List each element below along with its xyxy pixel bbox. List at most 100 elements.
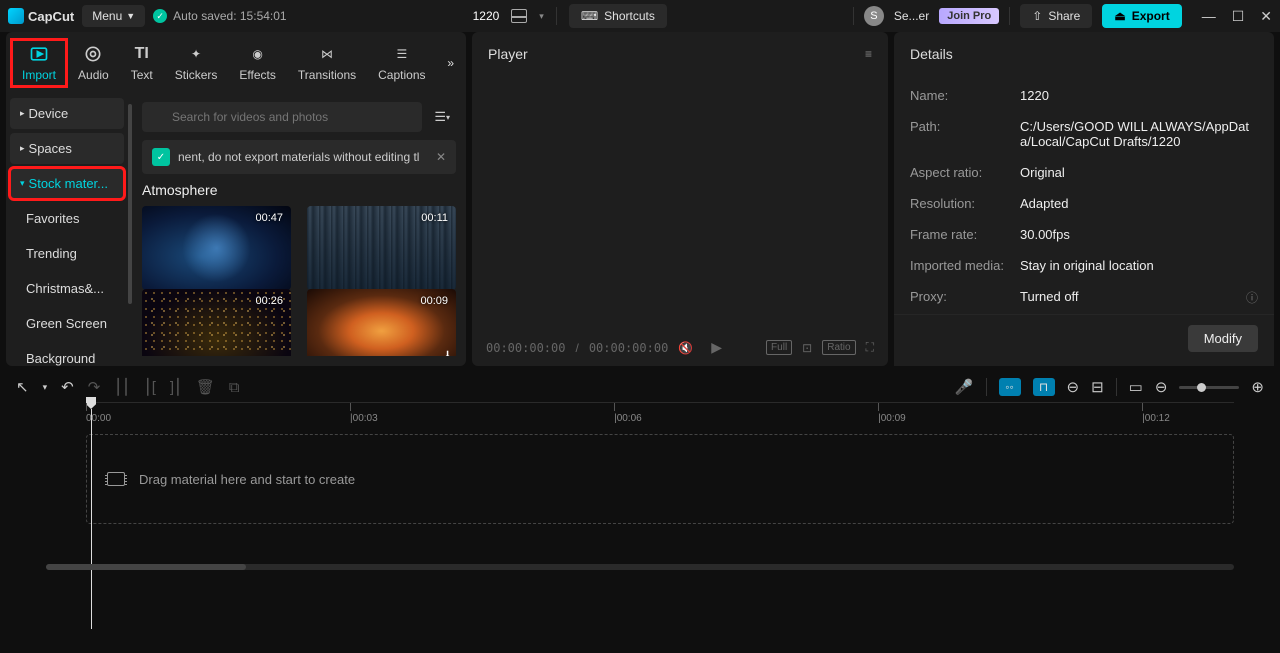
- playhead[interactable]: [86, 397, 96, 629]
- volume-icon[interactable]: 🔇: [678, 341, 693, 355]
- search-input[interactable]: [142, 102, 422, 132]
- detail-imported: Stay in original location: [1020, 258, 1258, 273]
- redo-button[interactable]: ↷: [88, 378, 101, 396]
- timeline-scrollbar[interactable]: [46, 564, 1234, 570]
- tab-transitions[interactable]: ⋈ Transitions: [288, 40, 366, 86]
- chevron-down-icon: ▼: [126, 11, 135, 21]
- capcut-logo-icon: [8, 8, 24, 24]
- details-title: Details: [910, 46, 953, 62]
- magnet-track-button[interactable]: ⊓: [1033, 378, 1055, 396]
- player-controls: 00:00:00:00 / 00:00:00:00 🔇 ▶ Full ⊡ Rat…: [472, 329, 888, 366]
- sidebar-item-background[interactable]: Background: [10, 343, 124, 374]
- share-button[interactable]: ⇧ Share: [1020, 4, 1092, 28]
- sidebar-item-spaces[interactable]: ▸Spaces: [10, 133, 124, 164]
- join-pro-badge[interactable]: Join Pro: [939, 8, 999, 24]
- keyboard-icon: ⌨: [581, 9, 598, 23]
- tab-audio[interactable]: Audio: [68, 40, 119, 86]
- link-icon[interactable]: ⊖: [1067, 378, 1080, 396]
- sidebar-item-trending[interactable]: Trending: [10, 238, 124, 269]
- timeline: ↖ ▾ ↶ ↷ ⎮⎮ ⎮[ ]⎮ 🗑 ⧉ 🎤 ◦◦ ⊓ ⊖ ⊟ ▭ ⊖ ⊕ 00…: [6, 372, 1274, 570]
- titlebar: CapCut Menu ▼ ✓ Auto saved: 15:54:01 122…: [0, 0, 1280, 32]
- close-button[interactable]: ✕: [1260, 8, 1272, 25]
- filter-button[interactable]: ☰▾: [428, 103, 456, 131]
- zoom-slider[interactable]: [1179, 386, 1239, 389]
- chevron-down-icon[interactable]: ▾: [539, 11, 544, 22]
- minimize-button[interactable]: —: [1202, 8, 1216, 25]
- import-tabs: Import Audio TI Text ✦ Stickers ◉ Effect…: [6, 32, 466, 92]
- tab-stickers[interactable]: ✦ Stickers: [165, 40, 228, 86]
- check-icon: ✓: [153, 9, 167, 23]
- sidebar-item-stock-materials[interactable]: ▾Stock mater...: [10, 168, 124, 199]
- sidebar-item-christmas[interactable]: Christmas&...: [10, 273, 124, 304]
- split-right-tool[interactable]: ]⎮: [170, 378, 182, 396]
- stock-thumb[interactable]: 00:09⭳: [307, 289, 456, 356]
- details-panel: Details Name:1220 Path:C:/Users/GOOD WIL…: [894, 32, 1274, 366]
- overflow-tabs[interactable]: »: [441, 50, 460, 76]
- split-left-tool[interactable]: ⎮[: [144, 378, 156, 396]
- user-name: Se...er: [894, 9, 929, 23]
- filmstrip-icon: [107, 472, 125, 486]
- modify-button[interactable]: Modify: [1188, 325, 1258, 352]
- align-icon[interactable]: ⊟: [1091, 378, 1104, 396]
- full-button[interactable]: Full: [766, 340, 792, 355]
- stock-thumb[interactable]: 00:11: [307, 206, 456, 290]
- preview-icon[interactable]: ▭: [1129, 378, 1143, 396]
- timeline-drop-zone[interactable]: Drag material here and start to create: [86, 434, 1234, 524]
- split-tool[interactable]: ⎮⎮: [114, 378, 130, 396]
- download-icon[interactable]: ⭳: [445, 345, 450, 356]
- undo-button[interactable]: ↶: [61, 378, 74, 396]
- tab-captions[interactable]: ☰ Captions: [368, 40, 435, 86]
- stock-thumb[interactable]: 00:26: [142, 289, 291, 356]
- pointer-tool[interactable]: ↖: [16, 378, 29, 396]
- project-name: 1220: [473, 9, 500, 23]
- media-sidebar: ▸Device ▸Spaces ▾Stock mater... Favorite…: [6, 92, 128, 366]
- import-icon: [28, 44, 50, 64]
- timeline-toolbar: ↖ ▾ ↶ ↷ ⎮⎮ ⎮[ ]⎮ 🗑 ⧉ 🎤 ◦◦ ⊓ ⊖ ⊟ ▭ ⊖ ⊕: [6, 372, 1274, 402]
- sidebar-item-green-screen[interactable]: Green Screen: [10, 308, 124, 339]
- mic-icon[interactable]: 🎤: [955, 378, 974, 396]
- play-button[interactable]: ▶: [711, 339, 722, 356]
- media-panel: Import Audio TI Text ✦ Stickers ◉ Effect…: [6, 32, 466, 366]
- ratio-button[interactable]: Ratio: [822, 340, 855, 355]
- detail-proxy: Turned off: [1020, 289, 1258, 304]
- sidebar-item-favorites[interactable]: Favorites: [10, 203, 124, 234]
- notice-banner: ✓ nent, do not export materials without …: [142, 140, 456, 174]
- fullscreen-icon[interactable]: ⛶: [866, 340, 874, 355]
- tab-text[interactable]: TI Text: [121, 40, 163, 86]
- maximize-button[interactable]: ☐: [1232, 8, 1245, 25]
- magnet-main-button[interactable]: ◦◦: [999, 378, 1021, 396]
- stock-thumb[interactable]: 00:47: [142, 206, 291, 290]
- crop-icon[interactable]: ⊡: [802, 341, 812, 355]
- player-title: Player: [488, 46, 528, 62]
- tab-effects[interactable]: ◉ Effects: [229, 40, 285, 86]
- user-avatar[interactable]: S: [864, 6, 884, 26]
- player-menu-icon[interactable]: ≡: [865, 47, 872, 61]
- close-icon[interactable]: ✕: [436, 150, 446, 164]
- crop-tool[interactable]: ⧉: [229, 379, 240, 396]
- zoom-in-button[interactable]: ⊕: [1251, 378, 1264, 396]
- player-viewport[interactable]: [472, 76, 888, 329]
- export-button[interactable]: ⏏ Export: [1102, 4, 1181, 28]
- captions-icon: ☰: [391, 44, 413, 64]
- sidebar-scrollbar[interactable]: [128, 104, 132, 304]
- audio-icon: [82, 44, 104, 64]
- detail-aspect: Original: [1020, 165, 1258, 180]
- menu-button[interactable]: Menu ▼: [82, 5, 145, 27]
- zoom-out-button[interactable]: ⊖: [1155, 378, 1168, 396]
- timeline-ruler[interactable]: 00:00 |00:03 |00:06 |00:09 |00:12: [86, 402, 1234, 426]
- detail-name: 1220: [1020, 88, 1258, 103]
- stickers-icon: ✦: [185, 44, 207, 64]
- app-logo: CapCut: [8, 8, 74, 24]
- section-title: Atmosphere: [142, 182, 456, 198]
- chevron-down-icon[interactable]: ▾: [43, 382, 48, 393]
- text-icon: TI: [131, 44, 153, 64]
- total-time: 00:00:00:00: [589, 341, 668, 355]
- sidebar-item-device[interactable]: ▸Device: [10, 98, 124, 129]
- info-icon[interactable]: ⓘ: [1246, 289, 1258, 306]
- app-name: CapCut: [28, 9, 74, 24]
- detail-framerate: 30.00fps: [1020, 227, 1258, 242]
- delete-tool[interactable]: 🗑: [196, 378, 215, 396]
- shortcuts-button[interactable]: ⌨ Shortcuts: [569, 4, 667, 28]
- tab-import[interactable]: Import: [12, 40, 66, 86]
- layout-icon[interactable]: [511, 9, 527, 23]
